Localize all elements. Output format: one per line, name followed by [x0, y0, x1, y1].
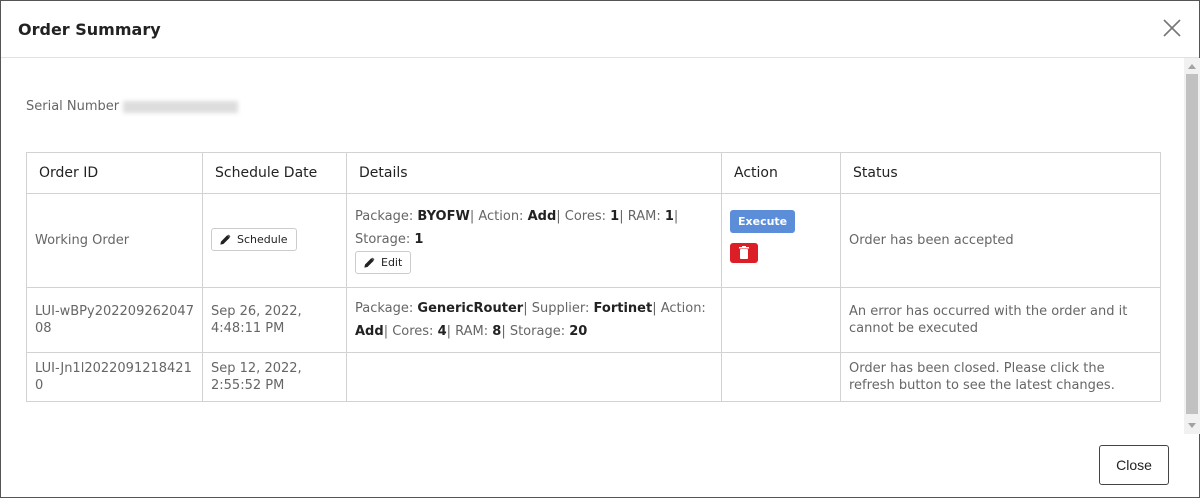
- header-schedule-date: Schedule Date: [202, 152, 347, 194]
- action-cell: Execute: [721, 193, 841, 288]
- action-cell: [721, 287, 841, 353]
- header-details: Details: [346, 152, 722, 194]
- dialog-title: Order Summary: [18, 20, 161, 39]
- serial-number: Serial Number: [26, 99, 239, 114]
- header-status: Status: [840, 152, 1161, 194]
- detail-label: | Cores:: [383, 324, 438, 339]
- serial-number-label: Serial Number: [26, 99, 120, 114]
- details-text: Package: BYOFW| Action: Add| Cores: 1| R…: [355, 205, 713, 251]
- schedule-button-label: Schedule: [237, 233, 288, 246]
- detail-value: GenericRouter: [417, 301, 524, 316]
- detail-label: Package:: [355, 209, 418, 224]
- edit-button-label: Edit: [381, 256, 403, 269]
- details-text: Package: GenericRouter| Supplier: Fortin…: [355, 297, 713, 343]
- status: An error has occurred with the order and…: [840, 287, 1161, 353]
- detail-value: Fortinet: [593, 301, 653, 316]
- detail-value: Add: [527, 209, 557, 224]
- close-icon[interactable]: [1161, 17, 1183, 39]
- delete-button[interactable]: [730, 243, 758, 263]
- details-cell: Package: BYOFW| Action: Add| Cores: 1| R…: [346, 193, 722, 288]
- dialog-header: Order Summary: [1, 1, 1199, 58]
- schedule-date: Sep 12, 2022, 2:55:52 PM: [202, 352, 347, 402]
- detail-label: | Action:: [469, 209, 528, 224]
- details-cell: [346, 352, 722, 402]
- scroll-up-icon[interactable]: [1188, 64, 1196, 69]
- detail-value: BYOFW: [417, 209, 470, 224]
- detail-value: 20: [569, 324, 588, 339]
- detail-label: Package:: [355, 301, 418, 316]
- schedule-date: Sep 26, 2022, 4:48:11 PM: [202, 287, 347, 353]
- execute-button[interactable]: Execute: [730, 210, 796, 233]
- schedule-button[interactable]: Schedule: [211, 228, 297, 251]
- table-row: LUI-Jn1l20220912184210 Sep 12, 2022, 2:5…: [26, 352, 1161, 402]
- detail-value: 1: [414, 232, 424, 247]
- detail-value: 4: [437, 324, 447, 339]
- pencil-icon: [364, 257, 375, 268]
- detail-value: 1: [664, 209, 674, 224]
- order-summary-dialog: Order Summary Serial Number Order ID Sch…: [0, 0, 1200, 498]
- scrollbar[interactable]: [1184, 58, 1200, 434]
- header-action: Action: [721, 152, 841, 194]
- edit-button[interactable]: Edit: [355, 251, 412, 274]
- order-id: LUI-Jn1l20220912184210: [26, 352, 203, 402]
- schedule-date-cell: Schedule: [202, 193, 347, 288]
- orders-table: Order ID Schedule Date Details Action St…: [26, 152, 1161, 402]
- table-header-row: Order ID Schedule Date Details Action St…: [26, 152, 1161, 194]
- table-row: Working Order Schedule Package: BYOFW| A…: [26, 193, 1161, 288]
- scroll-down-icon[interactable]: [1188, 423, 1196, 428]
- details-cell: Package: GenericRouter| Supplier: Fortin…: [346, 287, 722, 353]
- serial-number-value-redacted: [123, 100, 239, 113]
- header-order-id: Order ID: [26, 152, 203, 194]
- pencil-icon: [220, 234, 231, 245]
- detail-value: 8: [492, 324, 502, 339]
- detail-label: | RAM:: [619, 209, 665, 224]
- detail-label: | Cores:: [556, 209, 611, 224]
- detail-label: | Action:: [652, 301, 706, 316]
- detail-label: | RAM:: [446, 324, 493, 339]
- trash-icon: [739, 246, 749, 259]
- detail-value: Add: [355, 324, 384, 339]
- order-id: Working Order: [26, 193, 203, 288]
- status: Order has been closed. Please click the …: [840, 352, 1161, 402]
- detail-label: | Storage:: [501, 324, 570, 339]
- order-id: LUI-wBPy20220926204708: [26, 287, 203, 353]
- table-row: LUI-wBPy20220926204708 Sep 26, 2022, 4:4…: [26, 287, 1161, 353]
- action-cell: [721, 352, 841, 402]
- close-button[interactable]: Close: [1099, 445, 1169, 485]
- detail-label: | Supplier:: [523, 301, 594, 316]
- scrollbar-thumb[interactable]: [1186, 74, 1198, 414]
- status: Order has been accepted: [840, 193, 1161, 288]
- detail-value: 1: [610, 209, 620, 224]
